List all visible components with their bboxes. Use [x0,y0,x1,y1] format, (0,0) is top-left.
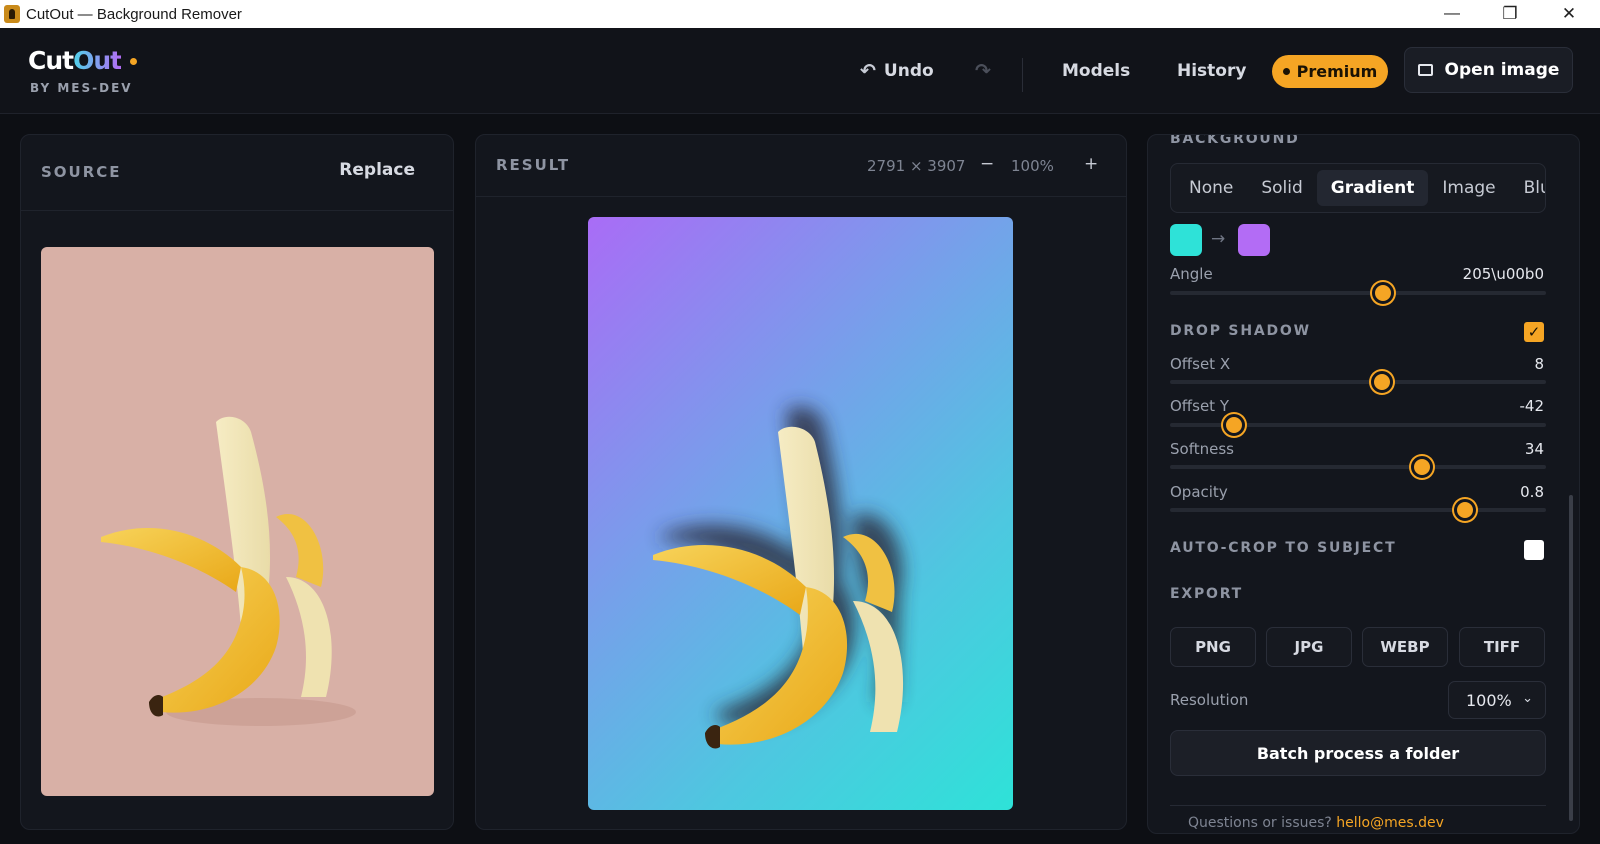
background-mode-selector: None Solid Gradient Image Blur [1170,163,1546,213]
offset-x-slider-handle[interactable] [1370,371,1393,393]
bg-option-solid[interactable]: Solid [1247,170,1316,206]
logo-out: Out [73,46,122,75]
minimize-icon: — [1444,5,1460,22]
bg-option-image[interactable]: Image [1428,170,1509,206]
settings-footer-divider [1170,805,1546,806]
export-png-button[interactable]: PNG [1170,627,1256,667]
banana-result-illustration [653,406,904,749]
bg-option-blur[interactable]: Blur [1510,170,1545,206]
result-dimensions: 2791 × 3907 [867,157,966,175]
logo: CutOut [28,46,122,75]
checkmark-icon: ✓ [1527,323,1541,341]
zoom-level: 100% [1011,157,1054,175]
offset-y-slider[interactable] [1170,414,1546,436]
premium-dot-icon [1282,68,1290,75]
premium-label: Premium [1296,62,1378,81]
softness-slider-handle[interactable] [1410,456,1433,478]
offset-y-value: -42 [1519,397,1545,415]
offset-x-label: Offset X [1170,355,1231,373]
redo-button[interactable]: ↷ [975,28,991,114]
replace-button[interactable]: Replace [339,160,415,180]
settings-scrollbar[interactable] [1569,495,1573,821]
source-panel: SOURCE Replace [20,134,454,830]
background-section-title: BACKGROUND [1170,134,1300,147]
batch-process-button[interactable]: Batch process a folder [1170,730,1546,776]
resolution-label: Resolution [1170,691,1249,709]
zoom-out-button[interactable]: − [980,154,994,174]
offset-y-label: Offset Y [1170,397,1229,415]
gradient-arrow-icon: → [1211,229,1226,249]
drop-shadow-checkbox[interactable]: ✓ [1524,322,1544,342]
bg-option-none[interactable]: None [1175,170,1247,206]
app-icon [4,5,20,23]
auto-crop-checkbox[interactable] [1524,540,1544,560]
title-bar: CutOut — Background Remover — ❐ ✕ [0,0,1600,28]
premium-button[interactable]: Premium [1272,55,1388,88]
drop-shadow-section-title: DROP SHADOW [1170,323,1311,339]
redo-icon: ↷ [975,60,991,82]
open-image-button[interactable]: Open image [1404,47,1573,93]
window-title: CutOut — Background Remover [26,5,242,23]
export-section-title: EXPORT [1170,586,1244,602]
close-icon: ✕ [1561,4,1577,23]
opacity-slider-handle[interactable] [1454,499,1477,521]
chevron-down-icon: ⌄ [1522,691,1533,706]
offset-x-slider[interactable] [1170,371,1546,393]
gradient-end-color-swatch[interactable] [1238,224,1270,256]
minimize-button[interactable]: — [1424,0,1480,28]
result-panel: RESULT 2791 × 3907 − 100% + [475,134,1127,830]
export-webp-button[interactable]: WEBP [1362,627,1448,667]
angle-slider-handle[interactable] [1371,282,1394,304]
angle-value: 205\u00b0 [1462,265,1544,283]
zoom-in-button[interactable]: + [1084,154,1098,174]
close-button[interactable]: ✕ [1541,0,1597,28]
resolution-select[interactable]: 100% ⌄ [1448,681,1546,719]
source-header-divider [21,210,453,211]
banana-source-illustration [101,416,356,726]
logo-dot [130,58,137,65]
support-email-link[interactable]: hello@mes.dev [1336,815,1444,831]
byline: BY MES-DEV [30,81,133,95]
offset-y-slider-handle[interactable] [1222,414,1245,436]
angle-slider[interactable] [1170,282,1546,304]
resolution-value: 100% [1466,690,1512,710]
export-tiff-button[interactable]: TIFF [1459,627,1545,667]
models-button[interactable]: Models [1062,28,1130,114]
result-image [588,217,1013,810]
gradient-start-color-swatch[interactable] [1170,224,1202,256]
maximize-icon: ❐ [1502,4,1518,23]
maximize-button[interactable]: ❐ [1482,0,1538,28]
undo-label: Undo [883,61,934,81]
open-image-label: Open image [1444,60,1560,80]
support-text: Questions or issues? [1188,815,1337,831]
offset-x-value: 8 [1534,355,1544,373]
source-title: SOURCE [41,163,122,181]
auto-crop-section-title: AUTO-CROP TO SUBJECT [1170,540,1397,556]
opacity-slider[interactable] [1170,499,1546,521]
result-header-divider [476,196,1126,197]
settings-panel: BACKGROUND None Solid Gradient Image Blu… [1147,134,1580,834]
header-divider [1022,58,1023,92]
angle-label: Angle [1170,265,1213,283]
undo-button[interactable]: ↶ Undo [860,28,934,114]
logo-cut: Cut [28,46,74,75]
history-button[interactable]: History [1177,28,1246,114]
softness-value: 34 [1524,440,1544,458]
softness-label: Softness [1170,440,1234,458]
result-title: RESULT [496,156,571,174]
undo-icon: ↶ [860,60,876,82]
support-footer: Questions or issues? hello@mes.dev [1188,815,1444,831]
export-jpg-button[interactable]: JPG [1266,627,1352,667]
bg-option-gradient[interactable]: Gradient [1316,170,1429,206]
folder-icon [1417,64,1433,76]
softness-slider[interactable] [1170,456,1546,478]
opacity-label: Opacity [1170,483,1228,501]
source-image [41,247,434,796]
opacity-value: 0.8 [1520,483,1544,501]
